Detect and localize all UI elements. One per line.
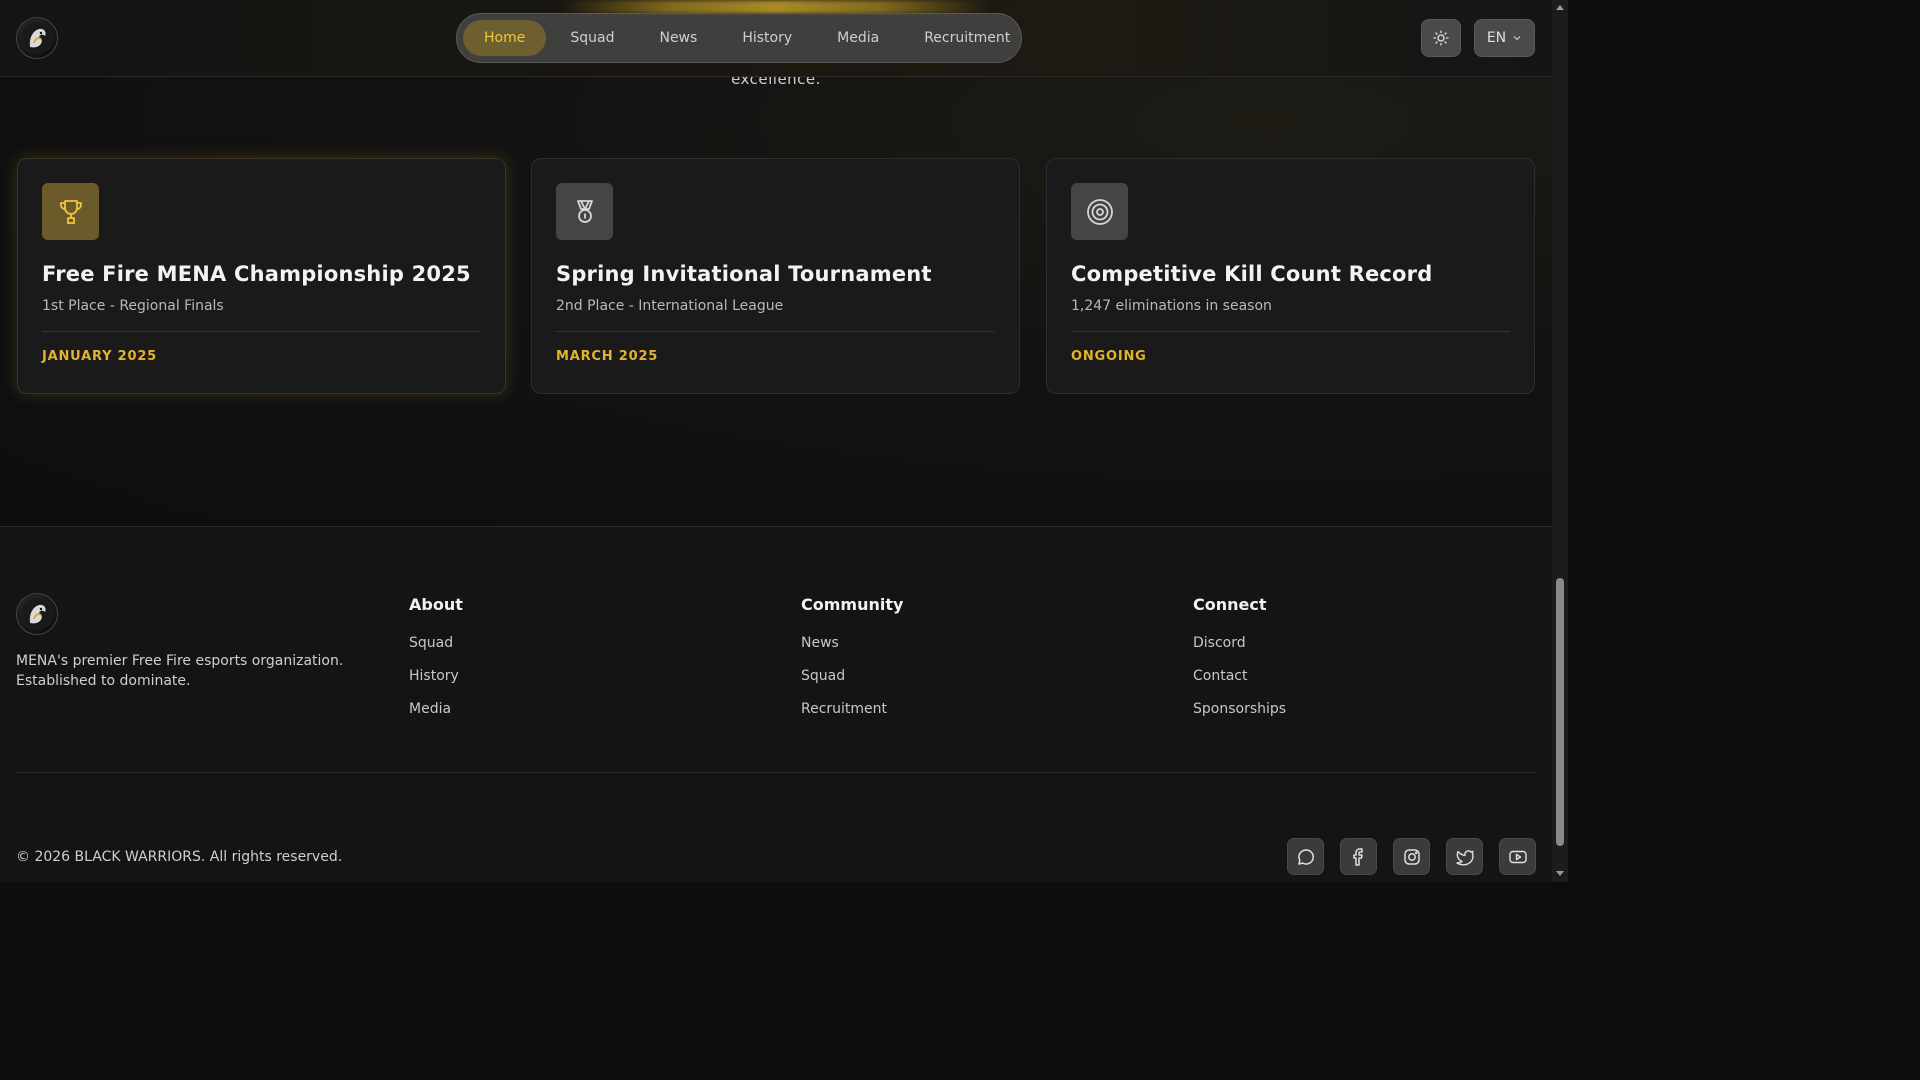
footer-link-recruitment[interactable]: Recruitment [801, 700, 903, 718]
instagram-icon[interactable] [1393, 838, 1430, 875]
scroll-thumb[interactable] [1556, 578, 1564, 846]
sun-icon [1433, 30, 1449, 46]
nav-history[interactable]: History [721, 20, 813, 56]
scroll-down-arrow-icon[interactable] [1556, 871, 1564, 876]
nav-news[interactable]: News [638, 20, 718, 56]
header-glow [560, 0, 990, 14]
main-nav: Home Squad News History Media Recruitmen… [456, 13, 1022, 63]
language-select[interactable]: EN [1474, 19, 1535, 57]
achievement-subtitle: 1st Place - Regional Finals [42, 298, 224, 314]
achievement-date: Ongoing [1071, 349, 1147, 364]
footer-divider [16, 772, 1536, 773]
chevron-down-icon [1513, 36, 1521, 41]
footer-column-community: Community News Squad Recruitment [801, 595, 903, 733]
footer-link-squad[interactable]: Squad [409, 634, 463, 652]
achievement-card[interactable]: Spring Invitational Tournament 2nd Place… [531, 158, 1020, 394]
card-divider [42, 331, 481, 332]
footer-description: MENA's premier Free Fire esports organiz… [16, 653, 344, 689]
discord-chat-icon[interactable] [1287, 838, 1324, 875]
language-label: EN [1486, 30, 1507, 46]
target-icon [1071, 183, 1128, 240]
site-footer: MENA's premier Free Fire esports organiz… [0, 526, 1552, 882]
facebook-icon[interactable] [1340, 838, 1377, 875]
achievement-card[interactable]: Competitive Kill Count Record 1,247 elim… [1046, 158, 1535, 394]
theme-toggle-button[interactable] [1421, 19, 1461, 57]
achievement-subtitle: 1,247 eliminations in season [1071, 298, 1272, 314]
card-divider [556, 331, 995, 332]
page-scrollbar[interactable] [1552, 0, 1568, 882]
medal-icon [556, 183, 613, 240]
achievement-date: January 2025 [42, 349, 158, 364]
achievement-title: Free Fire MENA Championship 2025 [42, 262, 471, 286]
lion-logo-icon[interactable] [16, 593, 58, 635]
footer-link-media[interactable]: Media [409, 700, 463, 718]
footer-column-about: About Squad History Media [409, 595, 463, 733]
footer-column-title: Community [801, 595, 904, 614]
footer-column-connect: Connect Discord Contact Sponsorships [1193, 595, 1286, 733]
achievement-date: March 2025 [556, 349, 659, 364]
achievement-title: Competitive Kill Count Record [1071, 262, 1433, 286]
copyright-text: © 2026 BLACK WARRIORS. All rights reserv… [16, 849, 343, 865]
footer-link-history[interactable]: History [409, 667, 463, 685]
achievement-title: Spring Invitational Tournament [556, 262, 932, 286]
youtube-icon[interactable] [1499, 838, 1536, 875]
lion-logo-icon[interactable] [16, 17, 58, 59]
twitter-icon[interactable] [1446, 838, 1483, 875]
footer-link-contact[interactable]: Contact [1193, 667, 1286, 685]
social-links [1287, 838, 1536, 875]
top-navbar: Home Squad News History Media Recruitmen… [0, 0, 1552, 77]
card-divider [1071, 331, 1510, 332]
scroll-up-arrow-icon[interactable] [1556, 5, 1564, 10]
trophy-icon [42, 183, 99, 240]
nav-home[interactable]: Home [463, 20, 547, 56]
nav-recruitment[interactable]: Recruitment [903, 20, 1031, 56]
footer-link-sponsorships[interactable]: Sponsorships [1193, 700, 1286, 718]
nav-media[interactable]: Media [816, 20, 900, 56]
achievement-card[interactable]: Free Fire MENA Championship 2025 1st Pla… [17, 158, 506, 394]
footer-link-discord[interactable]: Discord [1193, 634, 1286, 652]
footer-link-news[interactable]: News [801, 634, 903, 652]
achievement-subtitle: 2nd Place - International League [556, 298, 784, 314]
nav-squad[interactable]: Squad [549, 20, 635, 56]
footer-link-squad[interactable]: Squad [801, 667, 903, 685]
footer-column-title: About [409, 595, 463, 614]
footer-column-title: Connect [1193, 595, 1267, 614]
